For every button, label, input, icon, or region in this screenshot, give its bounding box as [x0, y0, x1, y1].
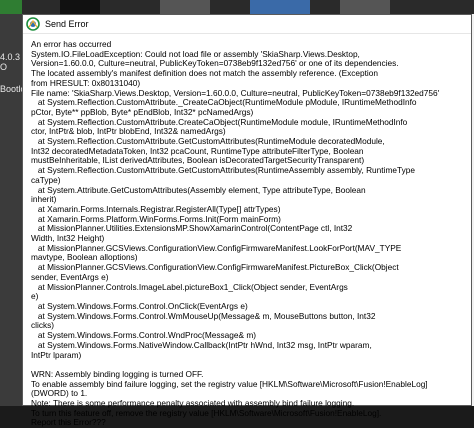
- background-thumbnail: [0, 0, 22, 14]
- error-line: Note: There is some performance penalty …: [31, 398, 355, 409]
- version-label: 4.0.3 O: [0, 52, 21, 72]
- error-line: at System.Windows.Forms.NativeWindow.Cal…: [31, 339, 372, 350]
- error-line: at System.Reflection.CustomAttribute.Get…: [31, 165, 415, 176]
- error-line: at System.Windows.Forms.Control.WmMouseU…: [31, 310, 376, 321]
- dialog-titlebar[interactable]: Send Error: [23, 15, 471, 34]
- background-thumbnail: [160, 0, 210, 14]
- error-line: IntPtr lparam): [31, 349, 82, 360]
- error-line: To turn this feature off, remove the reg…: [31, 407, 382, 418]
- background-toolbar: [0, 0, 474, 14]
- error-line: at System.Attribute.GetCustomAttributes(…: [31, 184, 366, 195]
- send-error-dialog: Send Error An error has occurred System.I…: [22, 14, 472, 427]
- dialog-title: Send Error: [45, 19, 89, 29]
- background-thumbnail: [340, 0, 390, 14]
- background-thumbnail: [60, 0, 100, 14]
- error-line: To enable assembly bind failure logging,…: [31, 378, 428, 389]
- background-sidebar: 4.0.3 O Bootloa: [0, 14, 31, 406]
- app-icon: [26, 17, 40, 31]
- error-line: Report this Error???: [31, 417, 106, 428]
- error-line: at MissionPlanner.Controls.ImageLabel.pi…: [31, 281, 348, 292]
- error-message: An error has occurred System.IO.FileLoadE…: [23, 34, 471, 428]
- background-thumbnail: [250, 0, 310, 14]
